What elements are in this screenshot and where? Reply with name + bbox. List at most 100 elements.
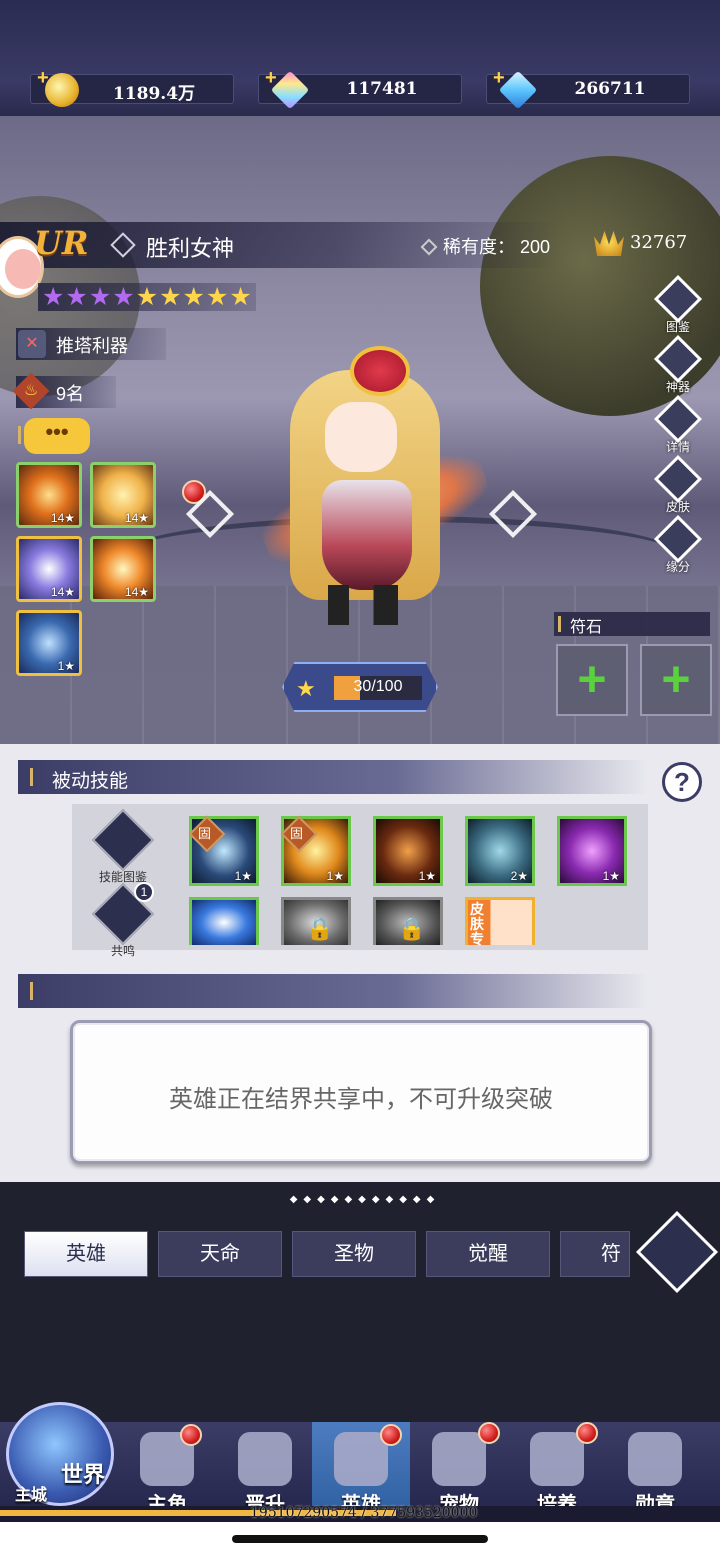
- tab-destiny[interactable]: 天命: [158, 1231, 282, 1277]
- passive-skill-4[interactable]: 2★: [465, 816, 535, 886]
- bond-icon: [653, 514, 703, 564]
- passive-skill-3[interactable]: 1★: [373, 816, 443, 886]
- skill-level: 1★: [602, 869, 620, 883]
- breakthrough-message-box: 英雄正在结界共享中，不可升级突破: [70, 1020, 652, 1164]
- rune-title: 符石: [570, 619, 603, 636]
- gold-amount: 1189.4万: [112, 84, 196, 104]
- tab-rune[interactable]: 符文: [560, 1231, 630, 1277]
- skill-level: 14★: [124, 511, 149, 525]
- hero-name: 胜利女神: [146, 236, 235, 261]
- purple-star-icon: ★: [65, 283, 88, 311]
- hero-tag: ✕ 推塔利器: [16, 328, 166, 360]
- blue-diamond-currency[interactable]: + 266711: [486, 67, 690, 110]
- exp-bar[interactable]: ★ 30/100: [282, 662, 438, 712]
- skill-level: 14★: [124, 585, 149, 599]
- side-button-artifact[interactable]: 神器: [652, 334, 704, 395]
- lock-icon: 🔒: [306, 916, 334, 941]
- hero-portrait[interactable]: [250, 330, 497, 630]
- add-blue-diamond-icon[interactable]: +: [493, 67, 505, 90]
- hero-rank[interactable]: ♨ 9名: [12, 372, 116, 410]
- rarity: 稀有度： 200: [420, 233, 551, 259]
- active-skill-1[interactable]: 14★: [16, 462, 82, 528]
- locked-skill-slot[interactable]: 🔒: [373, 897, 443, 945]
- passive-skill-5[interactable]: 1★: [557, 816, 627, 886]
- exp-text: 30/100: [353, 678, 403, 695]
- accent-bar: [18, 426, 21, 444]
- passive-skill-6[interactable]: [189, 897, 259, 945]
- skill-level: 2★: [510, 869, 528, 883]
- crossed-swords-icon: ✕: [18, 330, 46, 358]
- add-rainbow-diamond-icon[interactable]: +: [265, 67, 277, 90]
- skill-level: 1★: [234, 869, 252, 883]
- side-button-details[interactable]: 详情: [652, 394, 704, 455]
- passive-skill-1[interactable]: 固 1★: [188, 815, 259, 886]
- tab-bar-area: [0, 1182, 720, 1422]
- side-button-bond[interactable]: 缘分: [652, 514, 704, 575]
- promotion-icon: [238, 1432, 292, 1486]
- main-city-label: 主城: [15, 1487, 48, 1504]
- medal-icon: [628, 1432, 682, 1486]
- hero-tag-label: 推塔利器: [56, 336, 128, 356]
- skin-exclusive-label: 皮肤专: [470, 901, 484, 947]
- blue-diamond-amount: 266711: [574, 79, 646, 99]
- home-indicator[interactable]: [232, 1535, 488, 1543]
- purple-star-icon: ★: [112, 283, 135, 311]
- flame-icon: ♨: [24, 382, 39, 399]
- hero-dress: [322, 480, 412, 590]
- gold-star-icon: ★: [205, 283, 229, 311]
- pet-icon: [432, 1432, 486, 1486]
- skill-level: 14★: [50, 585, 75, 599]
- skill-handbook-button[interactable]: 技能图鉴: [88, 808, 158, 885]
- skill-level: 1★: [326, 869, 344, 883]
- passive-skill-header: 被动技能: [18, 760, 648, 794]
- combat-power: 32767: [630, 232, 688, 253]
- active-skill-3[interactable]: 14★: [16, 536, 82, 602]
- rune-slot-2[interactable]: +: [640, 644, 712, 716]
- skill-level: 1★: [418, 869, 436, 883]
- rank-label: 9名: [56, 384, 85, 404]
- add-gold-icon[interactable]: +: [37, 67, 49, 90]
- rarity-label: 稀有度：: [443, 237, 515, 257]
- help-button[interactable]: ?: [662, 762, 702, 802]
- rarity-diamond-icon: [420, 238, 438, 256]
- tab-awaken[interactable]: 觉醒: [426, 1231, 550, 1277]
- locked-skill-slot[interactable]: 🔒: [281, 897, 351, 945]
- rune-slot-1[interactable]: +: [556, 644, 628, 716]
- gold-currency[interactable]: + 1189.4万: [30, 67, 234, 107]
- active-skill-4[interactable]: 14★: [90, 536, 156, 602]
- gold-coin-icon: [45, 73, 79, 107]
- rarity-value: 200: [520, 237, 551, 257]
- passive-skill-title: 被动技能: [52, 771, 129, 792]
- magnifier-icon: [653, 394, 703, 444]
- star-rating: ★ ★ ★ ★ ★ ★ ★ ★ ★: [38, 283, 256, 311]
- skill-level: 14★: [50, 511, 75, 525]
- weapon-skill[interactable]: 1★: [16, 610, 82, 676]
- skin-exclusive-skill[interactable]: 皮肤专: [465, 897, 535, 947]
- world-button[interactable]: 世界 主城: [6, 1402, 114, 1506]
- gold-star-icon: ★: [159, 283, 182, 311]
- rainbow-diamond-amount: 117481: [346, 79, 418, 99]
- side-button-skin[interactable]: 皮肤: [652, 454, 704, 515]
- gold-star-icon: ★: [182, 283, 205, 311]
- divider-ornament: ◆◆◆◆◆◆◆◆◆◆◆: [289, 1194, 441, 1205]
- side-button-handbook[interactable]: 图鉴: [652, 274, 704, 335]
- rainbow-diamond-currency[interactable]: + 117481: [258, 67, 462, 110]
- breakthrough-message: 英雄正在结界共享中，不可升级突破: [169, 1086, 553, 1113]
- book-icon: [91, 808, 155, 872]
- gold-star-icon: ★: [135, 283, 159, 311]
- fixed-label: 固: [198, 826, 212, 841]
- artifact-icon: [653, 334, 703, 384]
- active-skill-2[interactable]: 14★: [90, 462, 156, 528]
- user-id: 195107290574 / 377593520000: [250, 1505, 478, 1521]
- chat-bubble-button[interactable]: •••: [24, 418, 90, 454]
- tab-hero[interactable]: 英雄: [24, 1231, 148, 1277]
- tab-relic[interactable]: 圣物: [292, 1231, 416, 1277]
- crown-icon: [350, 346, 410, 396]
- skin-icon: [653, 454, 703, 504]
- notification-dot: [180, 1424, 202, 1446]
- resonance-badge: 1: [134, 882, 154, 902]
- passive-skill-2[interactable]: 固 1★: [280, 815, 351, 886]
- hero-legs: [328, 585, 398, 625]
- notification-dot: [380, 1424, 402, 1446]
- cultivate-icon: [530, 1432, 584, 1486]
